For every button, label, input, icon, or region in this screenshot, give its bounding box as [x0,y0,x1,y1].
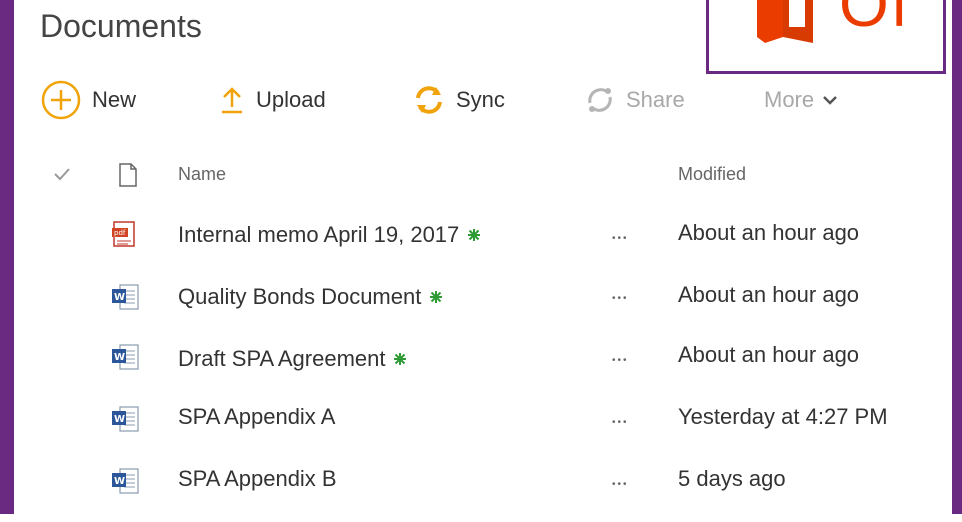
more-button[interactable]: More [764,82,838,118]
new-item-icon [393,352,407,366]
svg-text:W: W [114,352,125,363]
right-accent-bar [952,0,962,514]
more-options-button[interactable]: ••• [612,284,629,314]
new-button[interactable]: New [40,79,137,121]
page-title: Documents [40,8,202,44]
sync-icon [412,85,446,115]
table-row[interactable]: W SPA Appendix A ••• Yesterday at 4:27 P… [0,404,930,460]
pdf-icon: pdf [110,220,140,255]
word-icon: W [110,342,142,377]
upload-arrow-icon [218,85,246,115]
file-name-text: SPA Appendix B [178,466,337,491]
more-label: More [764,87,815,112]
file-name[interactable]: SPA Appendix B [178,466,337,492]
column-header-modified[interactable]: Modified [678,164,746,185]
more-options-button[interactable]: ••• [612,470,629,500]
svg-text:pdf: pdf [114,229,126,237]
modified-value: About an hour ago [678,342,860,367]
share-icon [584,85,616,115]
file-name-text: SPA Appendix A [178,404,336,429]
svg-text:W: W [114,476,125,487]
share-label: Share [626,87,685,112]
chevron-down-icon [822,94,838,106]
more-options-button[interactable]: ••• [612,224,629,254]
new-item-icon [429,290,443,304]
svg-text:W: W [114,414,125,425]
file-name-text: Quality Bonds Document [178,284,422,309]
file-name-text: Internal memo April 19, 2017 [178,222,460,247]
table-row[interactable]: pdf Internal memo April 19, 2017 ••• Abo… [0,220,930,276]
svg-text:W: W [114,292,125,303]
word-icon: W [110,404,142,439]
file-name[interactable]: Quality Bonds Document [178,284,443,310]
file-name[interactable]: SPA Appendix A [178,404,335,430]
plus-circle-icon [40,79,82,121]
column-header-name[interactable]: Name [178,164,226,185]
modified-value: Yesterday at 4:27 PM [678,404,888,429]
modified-value: About an hour ago [678,282,860,307]
sync-label: Sync [456,87,505,112]
more-options-button[interactable]: ••• [612,408,629,438]
word-icon: W [110,282,142,317]
file-type-column-icon[interactable] [118,162,138,193]
office-logo-icon [757,0,813,43]
table-row[interactable]: W Quality Bonds Document ••• About an ho… [0,282,930,338]
file-name-text: Draft SPA Agreement [178,346,386,371]
word-icon: W [110,466,142,501]
more-options-button[interactable]: ••• [612,346,629,376]
file-name[interactable]: Internal memo April 19, 2017 [178,222,481,248]
upload-label: Upload [256,87,326,112]
sync-button[interactable]: Sync [412,82,505,118]
share-button[interactable]: Share [584,82,685,118]
select-all-checkmark-icon[interactable] [52,164,72,184]
office-logo: Of [706,0,946,74]
new-item-icon [467,228,481,242]
modified-value: About an hour ago [678,220,860,245]
new-label: New [92,87,137,112]
table-row[interactable]: W Draft SPA Agreement ••• About an hour … [0,342,930,398]
logo-text: Of [839,0,911,40]
file-name[interactable]: Draft SPA Agreement [178,346,407,372]
upload-button[interactable]: Upload [218,82,326,118]
modified-value: 5 days ago [678,466,786,491]
